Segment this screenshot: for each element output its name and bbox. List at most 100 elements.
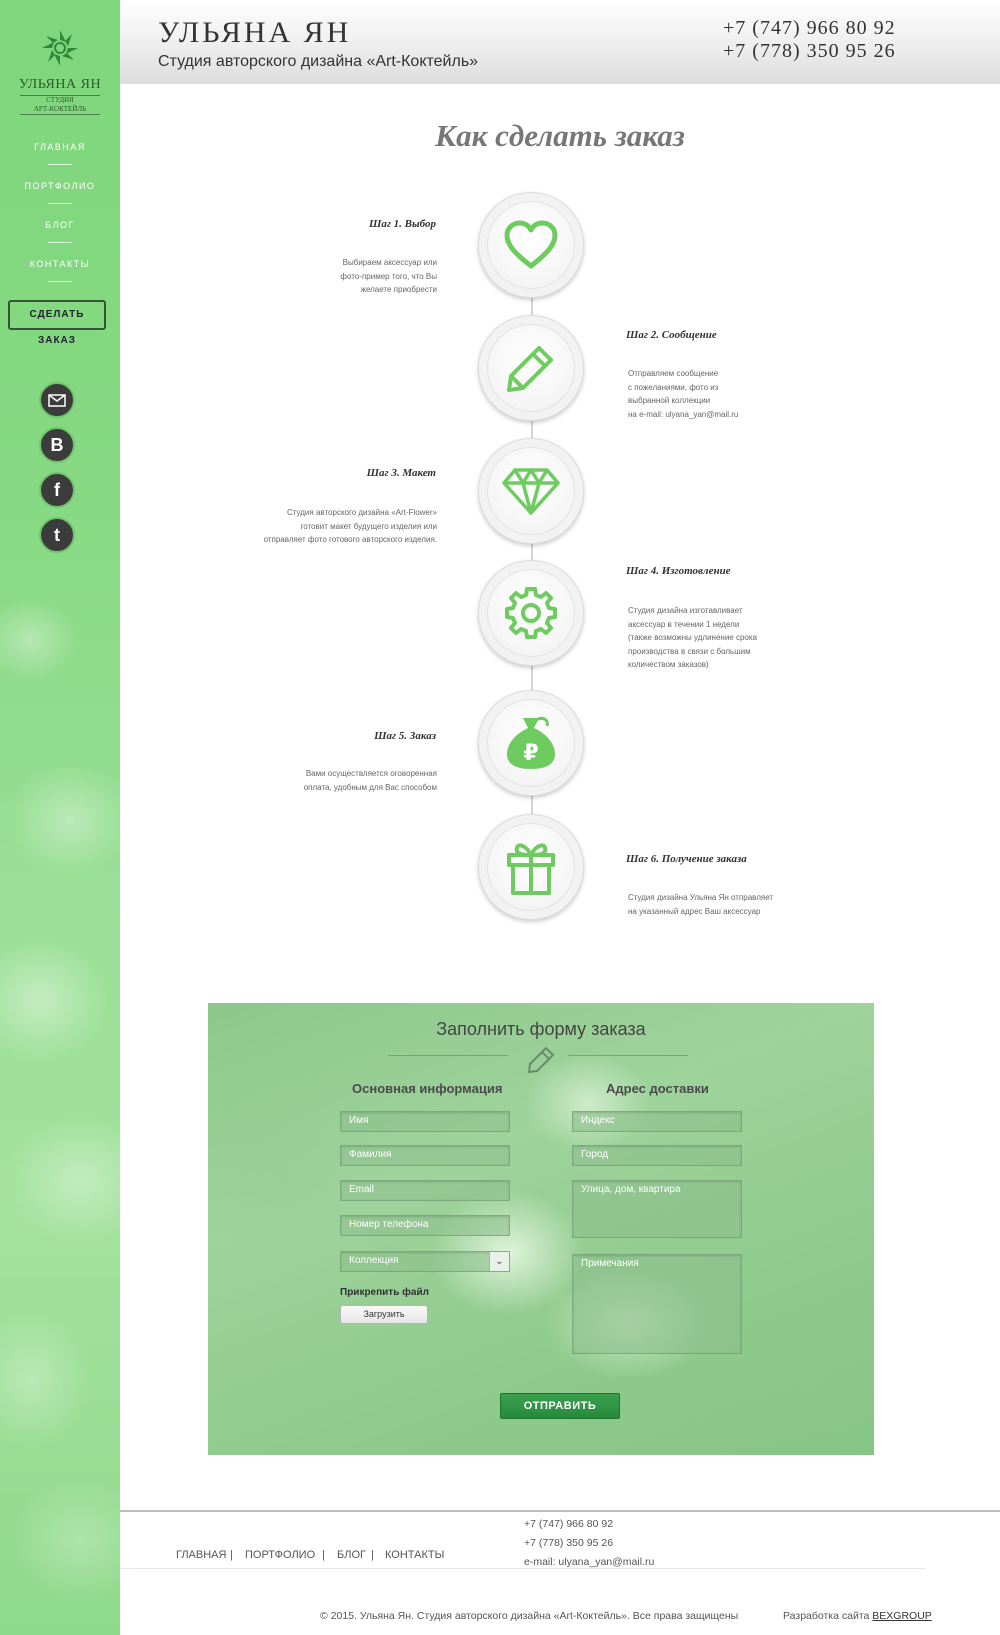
header-phone-1[interactable]: +7 (747) 966 80 92 xyxy=(723,17,896,40)
street-textarea[interactable]: Улица, дом, квартира xyxy=(572,1180,742,1238)
notes-textarea[interactable]: Примечания xyxy=(572,1254,742,1354)
logo[interactable]: УЛЬЯНА ЯН СТУДИЯ АРТ-КОКТЕЙЛЬ xyxy=(14,28,106,115)
footer-link-blog[interactable]: БЛОГ xyxy=(337,1549,366,1561)
collection-select[interactable]: Коллекция ⌄ xyxy=(340,1251,510,1272)
twitter-letter: t xyxy=(54,524,60,545)
footer-phone-1[interactable]: +7 (747) 966 80 92 xyxy=(524,1518,613,1530)
make-order-button[interactable]: СДЕЛАТЬ ЗАКАЗ xyxy=(8,300,106,346)
step-4-desc-line: Студия дизайна изготавливает xyxy=(628,606,743,615)
step-1-circle xyxy=(478,192,584,298)
upload-button[interactable]: Загрузить xyxy=(340,1305,428,1324)
main-info-title: Основная информация xyxy=(352,1081,503,1096)
email-input[interactable]: Email xyxy=(340,1180,510,1201)
step-1-desc-line: Выбираем аксессуар или xyxy=(342,258,437,267)
footer-separator: | xyxy=(230,1549,233,1561)
step-1-desc-line: фото-пример того, что Вы xyxy=(340,271,437,281)
step-2-title: Шаг 2. Сообщение xyxy=(626,329,717,341)
page: УЛЬЯНА ЯН СТУДИЯ АРТ-КОКТЕЙЛЬ ГЛАВНАЯ ПО… xyxy=(0,0,1000,1635)
step-6-desc-line: Студия дизайна Ульяна Ян отправляет xyxy=(628,893,774,902)
step-6-desc-line: на указанный адрес Ваш аксессуар xyxy=(628,906,761,916)
step-5-desc: Вами осуществляется оговоренная оплата, … xyxy=(304,767,437,794)
logo-name: УЛЬЯНА ЯН xyxy=(18,77,102,92)
step-5-badge: ₽ xyxy=(487,699,575,787)
step-6-title: Шаг 6. Получение заказа xyxy=(626,853,747,865)
step-4-desc-line: производства в связи с большим xyxy=(628,646,751,656)
developer-label: Разработка сайта xyxy=(783,1610,870,1622)
city-input[interactable]: Город xyxy=(572,1145,742,1166)
developer-credit: Разработка сайта BEXGROUP xyxy=(783,1610,932,1622)
step-1-desc-line: желаете приобрести xyxy=(360,285,437,294)
step-5-desc-line: Вами осуществляется оговоренная xyxy=(305,769,437,778)
facebook-icon[interactable]: f xyxy=(39,472,75,508)
footer-phone-2[interactable]: +7 (778) 350 95 26 xyxy=(524,1537,613,1549)
step-5-title: Шаг 5. Заказ xyxy=(374,730,436,742)
gear-icon xyxy=(505,587,557,639)
step-4-desc-line: аксессуар в течении 1 недели xyxy=(628,619,740,629)
step-5-circle: ₽ xyxy=(478,690,584,796)
footer-divider xyxy=(120,1510,1000,1512)
step-3-title: Шаг 3. Макет xyxy=(366,467,436,479)
sidebar: УЛЬЯНА ЯН СТУДИЯ АРТ-КОКТЕЙЛЬ ГЛАВНАЯ ПО… xyxy=(0,0,120,1635)
step-2-desc-line: выбранной коллекции xyxy=(628,396,711,405)
step-3-desc-line: Студия авторского дизайна «Art-Flower» xyxy=(286,508,437,517)
form-divider-right xyxy=(568,1055,688,1056)
currency-symbol: ₽ xyxy=(523,741,538,766)
diamond-icon xyxy=(502,468,560,515)
order-form: Заполнить форму заказа Основная информац… xyxy=(208,1003,874,1455)
step-4-circle xyxy=(478,560,584,666)
index-input[interactable]: Индекс xyxy=(572,1111,742,1132)
surname-input[interactable]: Фамилия xyxy=(340,1145,510,1166)
header-phone-2[interactable]: +7 (778) 350 95 26 xyxy=(723,40,896,63)
sidebar-item-blog[interactable]: БЛОГ xyxy=(0,210,120,249)
sidebar-nav: ГЛАВНАЯ ПОРТФОЛИО БЛОГ КОНТАКТЫ xyxy=(0,132,120,288)
logo-icon xyxy=(42,30,78,66)
step-2-desc-line: на e-mail: ulyana_yan@mail.ru xyxy=(628,409,739,419)
name-input[interactable]: Имя xyxy=(340,1111,510,1132)
vk-letter: B xyxy=(50,434,64,455)
mail-icon[interactable] xyxy=(39,382,75,418)
sidebar-item-portfolio[interactable]: ПОРТФОЛИО xyxy=(0,171,120,210)
logo-sub-line2: АРТ-КОКТЕЙЛЬ xyxy=(33,105,87,113)
footer-link-portfolio[interactable]: ПОРТФОЛИО xyxy=(245,1549,315,1561)
step-2-desc: Отправляем сообщение с пожеланиями, фото… xyxy=(628,367,738,421)
delivery-title: Адрес доставки xyxy=(606,1081,709,1096)
copyright: © 2015. Ульяна Ян. Студия авторского диз… xyxy=(320,1610,739,1622)
logo-sub-line1: СТУДИЯ xyxy=(46,96,74,104)
step-6-desc: Студия дизайна Ульяна Ян отправляет на у… xyxy=(628,891,773,918)
footer-email[interactable]: e-mail: ulyana_yan@mail.ru xyxy=(524,1556,654,1568)
step-3-desc-line: отправляет фото готового авторского изде… xyxy=(263,535,437,544)
pencil-icon xyxy=(507,346,553,392)
chevron-down-icon[interactable]: ⌄ xyxy=(489,1252,509,1271)
pencil-icon xyxy=(528,1047,554,1073)
step-4-desc-line: (также возможны удлинение срока xyxy=(628,633,757,642)
step-1-badge xyxy=(487,201,575,289)
sidebar-item-home[interactable]: ГЛАВНАЯ xyxy=(0,132,120,171)
collection-select-value: Коллекция xyxy=(349,1255,399,1266)
developer-link[interactable]: BEXGROUP xyxy=(872,1610,932,1622)
step-2-desc-line: Отправляем сообщение xyxy=(628,369,719,378)
step-5-desc-line: оплата, удобным для Вас способом xyxy=(303,782,437,792)
facebook-letter: f xyxy=(54,479,60,500)
step-6-badge xyxy=(487,823,575,911)
twitter-icon[interactable]: t xyxy=(39,517,75,553)
logo-subtitle: СТУДИЯ АРТ-КОКТЕЙЛЬ xyxy=(20,95,100,115)
form-divider-left xyxy=(388,1055,508,1056)
sidebar-item-contacts[interactable]: КОНТАКТЫ xyxy=(0,249,120,288)
brand-title: УЛЬЯНА ЯН xyxy=(158,16,352,49)
brand-tagline: Студия авторского дизайна «Art-Коктейль» xyxy=(158,53,479,70)
footer-link-home[interactable]: ГЛАВНАЯ xyxy=(176,1549,226,1561)
step-2-badge xyxy=(487,324,575,412)
step-2-desc-line: с пожеланиями, фото из xyxy=(628,382,719,392)
page-title: Как сделать заказ xyxy=(435,118,685,153)
footer-separator: | xyxy=(322,1549,325,1561)
step-1-desc: Выбираем аксессуар или фото-пример того,… xyxy=(340,256,437,297)
step-4-desc-line: количеством заказов) xyxy=(628,660,709,669)
step-4-desc: Студия дизайна изготавливает аксессуар в… xyxy=(628,604,757,672)
footer-link-contacts[interactable]: КОНТАКТЫ xyxy=(385,1549,444,1561)
phone-input[interactable]: Номер телефона xyxy=(340,1215,510,1236)
heart-icon xyxy=(504,220,558,269)
submit-button[interactable]: ОТПРАВИТЬ xyxy=(500,1393,620,1419)
vk-icon[interactable]: B xyxy=(39,427,75,463)
attach-file-label: Прикрепить файл xyxy=(340,1287,429,1298)
step-4-title: Шаг 4. Изготовление xyxy=(626,565,731,577)
